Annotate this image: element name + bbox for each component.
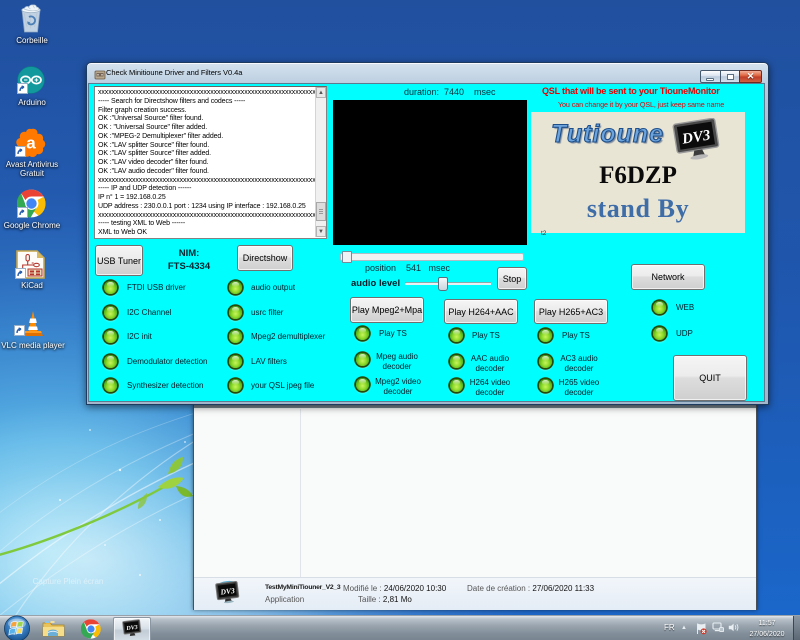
- svg-text:DV3: DV3: [219, 586, 235, 597]
- svg-text:a: a: [26, 134, 36, 153]
